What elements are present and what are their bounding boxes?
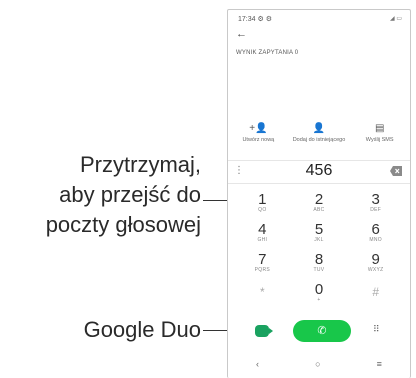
- voicemail-callout: Przytrzymaj, aby przejść do poczty głoso…: [46, 150, 201, 240]
- call-button[interactable]: ✆: [293, 320, 351, 342]
- message-icon: ▤: [374, 123, 385, 134]
- key-letters: JKL: [314, 237, 324, 243]
- key-letters: MNO: [369, 237, 382, 243]
- key-hash[interactable]: #: [347, 282, 404, 312]
- dialpad: 1 QO 2 ABC 3 DEF 4 GHI 5 JKL 6 MNO 7 PQRS 8 TUV …: [234, 192, 404, 312]
- key-4[interactable]: 4 GHI: [234, 222, 291, 252]
- key-digit: 4: [258, 221, 267, 238]
- key-digit: #: [372, 285, 380, 299]
- key-digit: 3: [371, 191, 380, 208]
- duo-callout: Google Duo: [83, 317, 201, 342]
- add-contact-icon: +👤: [249, 123, 268, 134]
- key-letters: TUV: [313, 267, 325, 273]
- key-8[interactable]: 8 TUV: [291, 252, 348, 282]
- key-digit: 0: [314, 281, 324, 298]
- google-duo-icon[interactable]: [255, 325, 273, 337]
- contact-actions: +👤 Utwórz nową 👤 Dodaj do istniejącego ▤…: [228, 123, 410, 144]
- key-digit: 2: [314, 191, 324, 208]
- dialpad-row: 4 GHI 5 JKL 6 MNO: [234, 222, 404, 252]
- key-letters: GHI: [257, 237, 268, 243]
- call-bar: ✆ ⠿: [228, 317, 410, 345]
- key-letters: +: [317, 297, 321, 303]
- key-digit: 6: [371, 221, 380, 238]
- key-letters: ABC: [313, 207, 325, 213]
- key-digit: 7: [258, 251, 267, 268]
- key-2[interactable]: 2 ABC: [291, 192, 348, 222]
- nav-recents-icon[interactable]: ≡: [377, 359, 382, 375]
- key-digit: 8: [314, 251, 324, 268]
- voicemail-callout-line-1: Przytrzymaj,: [80, 152, 201, 177]
- key-1[interactable]: 1 QO: [234, 192, 291, 222]
- key-letters: QO: [258, 207, 267, 213]
- dialpad-row: * 0 + #: [234, 282, 404, 312]
- key-letters: DEF: [370, 207, 382, 213]
- status-time: 17:34: [238, 16, 256, 23]
- key-3[interactable]: 3 DEF: [347, 192, 404, 222]
- nav-back-icon[interactable]: ‹: [256, 359, 259, 375]
- back-arrow-icon[interactable]: ←: [236, 28, 247, 40]
- query-result-label: WYNIK ZAPYTANIA 0: [236, 50, 299, 56]
- voicemail-callout-line-2: aby przejść do: [59, 182, 201, 207]
- add-to-existing-button[interactable]: 👤 Dodaj do istniejącego: [289, 123, 350, 144]
- key-letters: PQRS: [254, 267, 271, 273]
- dialpad-toggle-icon[interactable]: ⠿: [373, 324, 380, 335]
- dialed-number-row: ⋮ 456: [228, 160, 410, 184]
- dialed-number: 456: [305, 162, 333, 179]
- send-sms-label: Wyślij SMS: [365, 137, 394, 143]
- key-6[interactable]: 6 MNO: [347, 222, 404, 252]
- key-digit: 5: [314, 221, 324, 238]
- send-sms-button[interactable]: ▤ Wyślij SMS: [349, 123, 410, 144]
- key-7[interactable]: 7 PQRS: [234, 252, 291, 282]
- key-digit: 9: [371, 251, 380, 268]
- signal-battery-icon: ◢ ▭: [390, 16, 402, 22]
- key-digit: *: [260, 285, 265, 299]
- voicemail-callout-line-3: poczty głosowej: [45, 212, 201, 237]
- key-star[interactable]: *: [234, 282, 291, 312]
- dialpad-row: 7 PQRS 8 TUV 9 WXYZ: [234, 252, 404, 282]
- key-9[interactable]: 9 WXYZ: [347, 252, 404, 282]
- key-digit: 1: [258, 191, 267, 208]
- create-new-contact-button[interactable]: +👤 Utwórz nową: [228, 123, 289, 144]
- backspace-icon[interactable]: [390, 166, 402, 176]
- phone-screen: 17:34 ⚙ ⚙ ◢ ▭ ← WYNIK ZAPYTANIA 0 +👤 Utw…: [227, 9, 411, 378]
- key-0[interactable]: 0 +: [291, 282, 348, 312]
- person-icon: 👤: [312, 123, 326, 134]
- system-navbar: ‹ ○ ≡: [228, 359, 410, 375]
- key-5[interactable]: 5 JKL: [291, 222, 348, 252]
- add-to-existing-label: Dodaj do istniejącego: [292, 137, 346, 143]
- nav-home-icon[interactable]: ○: [315, 359, 320, 375]
- dialpad-row: 1 QO 2 ABC 3 DEF: [234, 192, 404, 222]
- status-bar: 17:34 ⚙ ⚙: [238, 15, 272, 23]
- key-letters: WXYZ: [367, 267, 384, 273]
- status-icons: ⚙ ⚙: [257, 16, 272, 23]
- create-new-contact-label: Utwórz nową: [242, 137, 275, 143]
